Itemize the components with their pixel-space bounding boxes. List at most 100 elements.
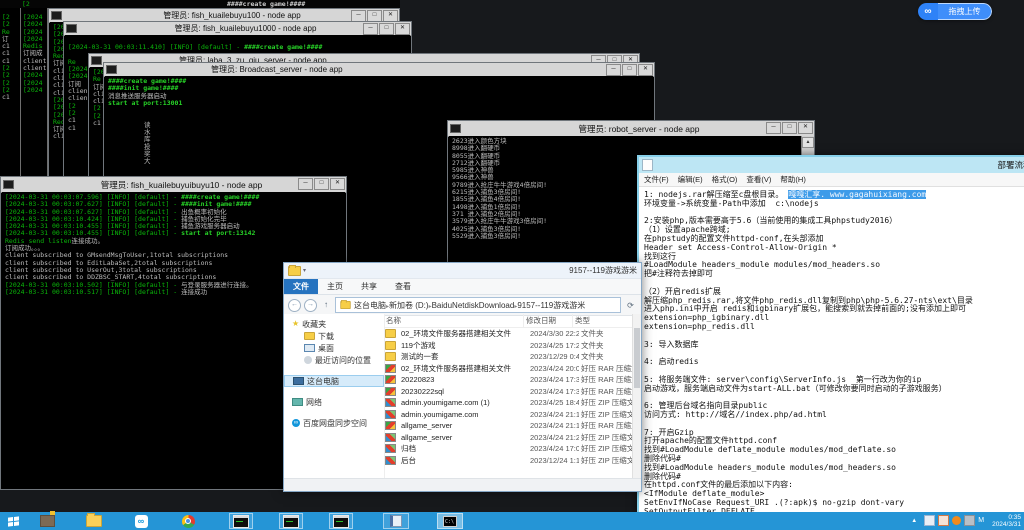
menu-item[interactable]: 格式(O) xyxy=(712,174,738,185)
sidebar-item-最近访问的位置[interactable]: 最近访问的位置 xyxy=(284,354,384,366)
taskbar-clock[interactable]: 0:35 2024/3/31 xyxy=(992,514,1021,529)
breadcrumb-segment[interactable]: 9157--119游戏游米 xyxy=(517,301,585,310)
network-icon xyxy=(292,398,303,406)
forward-button[interactable]: → xyxy=(304,299,317,312)
start-button[interactable] xyxy=(1,513,25,529)
file-row[interactable]: 后台2023/12/24 1:16好压 ZIP 压缩文件 xyxy=(384,455,633,467)
notepad-line xyxy=(644,420,1024,429)
window-titlebar[interactable]: 管理员: fish_kuailebuyu1000 - node app ─□✕ xyxy=(64,22,411,36)
scrollbar[interactable] xyxy=(632,314,641,479)
tray-expand-icon[interactable]: ▲ xyxy=(911,518,917,524)
tab-主页[interactable]: 主页 xyxy=(318,279,352,294)
tab-查看[interactable]: 查看 xyxy=(386,279,420,294)
maximize-button[interactable]: □ xyxy=(622,64,637,76)
console-line: Redis send listen连接成功。 xyxy=(5,238,345,245)
maximize-button[interactable]: □ xyxy=(314,178,329,190)
tray-doc-blue-icon[interactable] xyxy=(924,515,935,526)
file-row[interactable]: allgame_server2023/4/24 21:22好压 ZIP 压缩文件 xyxy=(384,432,633,444)
notepad-line xyxy=(644,332,1024,341)
close-button[interactable]: ✕ xyxy=(798,122,813,134)
file-row[interactable]: 测试的一套2023/12/29 0:44文件夹 xyxy=(384,351,633,363)
window-titlebar[interactable]: 管理员: Broadcast_server - node app ─□✕ xyxy=(104,63,654,77)
file-row[interactable]: 20230222sql2023/4/24 17:34好压 RAR 压缩文件 xyxy=(384,386,633,398)
column-headers[interactable]: 名称修改日期类型 xyxy=(384,314,633,328)
console-icon xyxy=(91,56,102,65)
status-bar xyxy=(284,478,641,491)
tray-m-icon[interactable]: M xyxy=(978,516,984,525)
sidebar-item-下载[interactable]: 下载 xyxy=(284,330,384,342)
close-button[interactable]: ✕ xyxy=(395,23,410,35)
open-window-button-3[interactable] xyxy=(329,513,353,529)
sidebar-item-网络[interactable]: 网络 xyxy=(284,396,384,408)
breadcrumb-segment[interactable]: BaiduNetdiskDownload xyxy=(432,301,515,310)
sidebar-item-这台电脑[interactable]: 这台电脑 xyxy=(284,375,384,387)
scroll-up-icon[interactable]: ▲ xyxy=(802,137,814,148)
tab-共享[interactable]: 共享 xyxy=(352,279,386,294)
console-line: [2 xyxy=(2,69,20,76)
open-window-button-1[interactable] xyxy=(229,513,253,529)
minimize-button[interactable]: ─ xyxy=(606,64,621,76)
file-row[interactable]: 02_环境文件服务器搭建相关文件2023/4/24 20:06好压 RAR 压缩… xyxy=(384,363,633,375)
ribbon-tabs: 文件主页共享查看 xyxy=(284,279,641,295)
baidu-netdisk-button[interactable]: ∞ xyxy=(130,513,152,529)
back-button[interactable]: ← xyxy=(288,299,301,312)
file-row[interactable]: 02_环境文件服务器搭建相关文件2024/3/30 22:26文件夹 xyxy=(384,328,633,340)
chevron-down-icon[interactable]: ▾ xyxy=(303,267,306,274)
column-header-名称[interactable]: 名称 xyxy=(384,314,524,327)
sidebar-item-百度网盘同步空间[interactable]: ∞百度网盘同步空间 xyxy=(284,417,384,429)
chrome-button[interactable] xyxy=(177,513,199,529)
maximize-button[interactable]: □ xyxy=(379,23,394,35)
command-prompt-icon: C:\ xyxy=(443,516,457,527)
star-icon: ★ xyxy=(292,320,299,328)
menu-item[interactable]: 文件(F) xyxy=(644,174,669,185)
tray-orange-icon[interactable] xyxy=(952,516,961,525)
drag-upload-button[interactable]: 拖拽上传 xyxy=(938,3,992,20)
column-header-修改日期[interactable]: 修改日期 xyxy=(524,314,573,327)
tray-doc-red-icon[interactable] xyxy=(938,515,949,526)
server-manager-button[interactable] xyxy=(36,513,58,529)
close-button[interactable]: ✕ xyxy=(638,64,653,76)
breadcrumb[interactable]: 这台电脑▸新加卷 (D:)▸BaiduNetdiskDownload▸9157-… xyxy=(335,297,621,313)
column-header-类型[interactable]: 类型 xyxy=(573,314,633,327)
file-type: 好压 ZIP 压缩文件 xyxy=(579,455,633,466)
tab-文件[interactable]: 文件 xyxy=(284,279,318,294)
sidebar-item-桌面[interactable]: 桌面 xyxy=(284,342,384,354)
minimize-button[interactable]: ─ xyxy=(766,122,781,134)
file-row[interactable]: admin.youmigame.com2023/4/24 21:19好压 ZIP… xyxy=(384,409,633,421)
file-row[interactable]: 归档2023/4/24 17:06好压 ZIP 压缩文件 xyxy=(384,443,633,455)
console-icon xyxy=(3,180,14,189)
window-titlebar[interactable]: 管理员: robot_server - node app ─□✕ xyxy=(448,121,814,137)
window-titlebar[interactable]: 部署流程2021 xyxy=(639,157,1024,173)
sidebar-item-收藏夹[interactable]: ★收藏夹 xyxy=(284,318,384,330)
minimize-button[interactable]: ─ xyxy=(298,178,313,190)
window-titlebar[interactable]: ▾ 9157--119游戏游米 xyxy=(284,263,641,279)
navigation-bar: ← → ↑ 这台电脑▸新加卷 (D:)▸BaiduNetdiskDownload… xyxy=(284,295,641,316)
menu-item[interactable]: 编辑(E) xyxy=(678,174,703,185)
breadcrumb-segment[interactable]: 新加卷 (D:) xyxy=(389,301,429,310)
file-explorer-button[interactable] xyxy=(83,513,105,529)
notepad-icon xyxy=(642,159,653,171)
maximize-button[interactable]: □ xyxy=(782,122,797,134)
desktop: [2 ####create game!#### [2[2Re订c1c1c1[2[… xyxy=(0,0,1024,530)
open-window-button-2[interactable] xyxy=(279,513,303,529)
notepad-window: 部署流程2021 文件(F) 编辑(E) 格式(O) 查看(V) 帮助(H) 1: no… xyxy=(637,155,1024,516)
baidu-netdisk-upload-pill[interactable]: ∞ 拖拽上传 xyxy=(918,3,992,20)
tray-gray-icon[interactable] xyxy=(964,515,975,526)
close-button[interactable]: ✕ xyxy=(330,178,345,190)
minimize-button[interactable]: ─ xyxy=(363,23,378,35)
file-row[interactable]: 119个游戏2023/4/25 17:24文件夹 xyxy=(384,340,633,352)
console-line: [2 xyxy=(2,62,20,69)
file-row[interactable]: admin.youmigame.com (1)2023/4/25 18:40好压… xyxy=(384,397,633,409)
refresh-icon[interactable]: ⟳ xyxy=(624,299,637,312)
window-title: 管理员: fish_kuailebuyu100 - node app xyxy=(65,10,399,21)
breadcrumb-segment[interactable]: 这台电脑 xyxy=(354,301,386,310)
file-row[interactable]: 202208232023/4/24 17:34好压 RAR 压缩文件 xyxy=(384,374,633,386)
menu-item[interactable]: 帮助(H) xyxy=(780,174,805,185)
notepad-button[interactable] xyxy=(383,513,409,529)
window-titlebar[interactable]: 管理员: fish_kuailebuyuibuyu10 - node app ─… xyxy=(1,177,346,193)
menu-item[interactable]: 查看(V) xyxy=(746,174,771,185)
notepad-text-area[interactable]: 1: nodejs.rar解压缩至c盘根目录。 嘎嘎汇享. www.gagahu… xyxy=(639,188,1024,514)
active-console-button[interactable]: C:\ xyxy=(437,513,463,529)
file-row[interactable]: allgame_server2023/4/24 21:19好压 RAR 压缩文件 xyxy=(384,420,633,432)
up-button[interactable]: ↑ xyxy=(320,299,332,311)
